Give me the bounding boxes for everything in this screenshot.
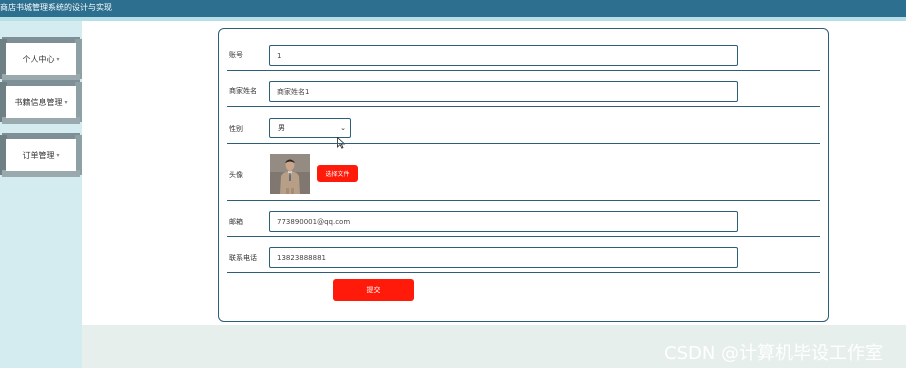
row-divider	[227, 200, 820, 201]
avatar-image	[270, 154, 310, 194]
account-input[interactable]: 1	[269, 45, 738, 66]
app-title: 商店书城管理系统的设计与实现	[0, 3, 112, 12]
row-divider	[227, 143, 820, 144]
phone-label: 联系电话	[229, 254, 257, 262]
choose-file-button[interactable]: 选择文件	[317, 165, 358, 182]
row-divider	[227, 236, 820, 237]
submit-button[interactable]: 提交	[333, 279, 414, 301]
chevron-down-icon: ▾	[64, 98, 68, 106]
watermark-text: CSDN @计算机毕设工作室	[664, 343, 884, 364]
sidebar-item-label: 个人中心	[22, 54, 55, 64]
phone-input[interactable]: 13823888881	[269, 247, 738, 268]
gender-select[interactable]: 男 ⌄	[269, 118, 351, 138]
sidebar-item-label: 书籍信息管理	[14, 97, 63, 107]
row-divider	[227, 70, 820, 71]
avatar-label: 头像	[229, 171, 243, 179]
sidebar: 个人中心 ▾ 书籍信息管理 ▾ 订单管理 ▾	[0, 21, 82, 368]
merchant-name-label: 商家姓名	[229, 87, 257, 95]
top-header: 商店书城管理系统的设计与实现	[0, 0, 906, 17]
merchant-name-input[interactable]: 商家姓名1	[269, 81, 738, 102]
sidebar-item-label: 订单管理	[22, 150, 55, 160]
chevron-down-icon: ▾	[56, 151, 60, 159]
sidebar-item-order-management[interactable]: 订单管理 ▾	[0, 133, 82, 177]
email-label: 邮箱	[229, 218, 243, 226]
chevron-down-icon: ⌄	[340, 124, 346, 132]
person-photo-icon	[270, 154, 310, 194]
sidebar-item-personal-center[interactable]: 个人中心 ▾	[0, 37, 82, 81]
gender-selected-value: 男	[278, 124, 285, 132]
sidebar-item-book-management[interactable]: 书籍信息管理 ▾	[0, 80, 82, 124]
account-label: 账号	[229, 51, 243, 59]
row-divider	[227, 106, 820, 107]
email-input[interactable]: 773890001@qq.com	[269, 211, 738, 232]
row-divider	[227, 272, 820, 273]
gender-label: 性别	[229, 125, 243, 133]
chevron-down-icon: ▾	[56, 55, 60, 63]
